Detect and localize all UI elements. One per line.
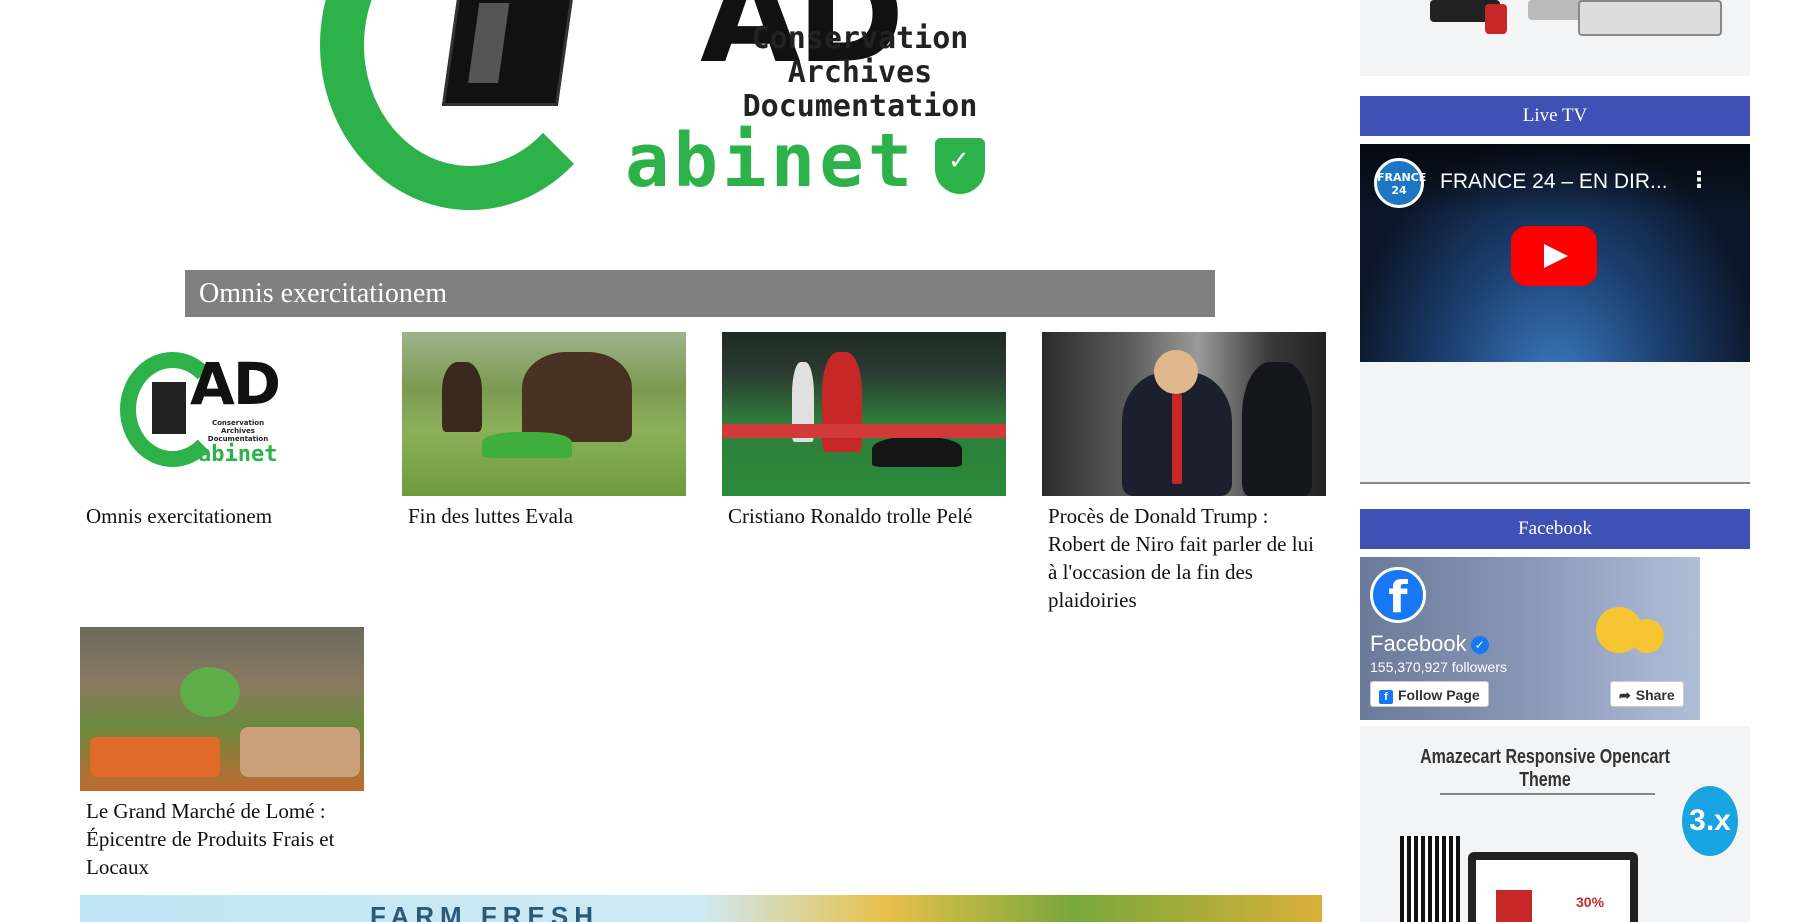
- article-thumbnail[interactable]: [722, 332, 1006, 496]
- sidebar-top-ad[interactable]: [1360, 0, 1750, 76]
- article-thumbnail[interactable]: [80, 627, 364, 791]
- article-thumbnail[interactable]: AD Conservation Archives Documentation a…: [80, 332, 364, 496]
- share-icon: ➦: [1619, 687, 1631, 703]
- follow-page-button[interactable]: f Follow Page: [1370, 681, 1489, 707]
- photo-figure: [722, 424, 1006, 438]
- banner-text: FARM FRESH: [370, 901, 599, 922]
- sidebar-theme-ad[interactable]: Amazecart Responsive Opencart Theme 3.x …: [1360, 726, 1750, 922]
- logo-archive-box: [441, 0, 575, 106]
- section-title[interactable]: Omnis exercitationem: [185, 270, 1215, 317]
- photo-figure: [240, 727, 360, 777]
- follow-page-label: Follow Page: [1398, 687, 1480, 703]
- device-monitor: [1578, 0, 1722, 36]
- fb-page-name-text[interactable]: Facebook: [1370, 631, 1467, 656]
- more-vert-icon[interactable]: ⋮: [1688, 168, 1710, 193]
- device-laptop: 30%: [1468, 852, 1638, 922]
- facebook-page-plugin[interactable]: f Facebook ✓ 155,370,927 followers f Follo…: [1360, 557, 1700, 720]
- channel-avatar[interactable]: FRANCE 24: [1374, 158, 1426, 208]
- facebook-logo-icon[interactable]: f: [1370, 567, 1426, 623]
- play-button[interactable]: [1511, 226, 1597, 286]
- version-badge: 3.x: [1682, 786, 1738, 856]
- laptop-screen: 30%: [1476, 860, 1630, 922]
- photo-figure: [180, 667, 240, 717]
- article-title[interactable]: Cristiano Ronaldo trolle Pelé: [722, 496, 1006, 530]
- ad-divider: [1440, 793, 1655, 795]
- site-logo[interactable]: AD Conservation Archives Documentation a…: [300, 0, 1040, 225]
- logo-line: Conservation: [751, 21, 969, 56]
- logo-line: Conservation: [211, 419, 265, 427]
- share-button[interactable]: ➦ Share: [1610, 681, 1684, 707]
- video-title[interactable]: FRANCE 24 – EN DIR...: [1440, 170, 1668, 194]
- promo-banner[interactable]: FARM FRESH: [80, 895, 1322, 922]
- fb-followers: 155,370,927 followers: [1370, 659, 1507, 675]
- live-tv-heading: Live TV: [1360, 96, 1750, 136]
- device-phone: [1485, 4, 1507, 34]
- video-placeholder: [1360, 362, 1750, 484]
- logo-ad-text: AD: [190, 350, 281, 418]
- photo-figure: [872, 437, 962, 467]
- ad-title: Amazecart Responsive Opencart Theme: [1420, 746, 1670, 791]
- photo-figure: [442, 362, 482, 432]
- article-thumbnail[interactable]: [1042, 332, 1326, 496]
- product-image: [1496, 890, 1532, 922]
- facebook-heading: Facebook: [1360, 509, 1750, 549]
- article-card[interactable]: Le Grand Marché de Lomé : Épicentre de P…: [80, 627, 364, 881]
- photo-figure: [482, 432, 572, 458]
- article-title[interactable]: Fin des luttes Evala: [402, 496, 686, 530]
- article-card[interactable]: AD Conservation Archives Documentation a…: [80, 332, 364, 530]
- qr-code: [1400, 836, 1460, 922]
- promo-text: 30%: [1576, 894, 1605, 910]
- article-thumbnail[interactable]: [402, 332, 686, 496]
- facebook-small-icon: f: [1379, 690, 1393, 704]
- article-title[interactable]: Le Grand Marché de Lomé : Épicentre de P…: [80, 791, 364, 881]
- article-card[interactable]: Procès de Donald Trump : Robert de Niro …: [1042, 332, 1326, 614]
- share-label: Share: [1635, 687, 1675, 703]
- article-card[interactable]: Fin des luttes Evala: [402, 332, 686, 530]
- logo-archive-box: [152, 382, 186, 434]
- logo-tagline: Conservation Archives Documentation: [198, 419, 278, 443]
- article-title[interactable]: Omnis exercitationem: [80, 496, 364, 530]
- article-card[interactable]: Cristiano Ronaldo trolle Pelé: [722, 332, 1006, 530]
- logo-line: Archives: [787, 55, 933, 90]
- photo-figure: [1154, 350, 1198, 394]
- live-video-player[interactable]: FRANCE 24 FRANCE 24 – EN DIR... ⋮: [1360, 144, 1750, 362]
- photo-figure: [90, 737, 220, 777]
- photo-figure: [522, 352, 632, 442]
- logo-word: abinet: [198, 442, 278, 467]
- article-title[interactable]: Procès de Donald Trump : Robert de Niro …: [1042, 496, 1326, 614]
- logo-line: Archives: [221, 427, 255, 435]
- verified-icon: ✓: [1470, 636, 1489, 655]
- logo-tagline: Conservation Archives Documentation: [620, 22, 1040, 124]
- laugh-emoji-icon: [1630, 619, 1664, 653]
- photo-figure: [1242, 362, 1312, 496]
- logo-word: abinet: [625, 118, 917, 204]
- fb-page-name[interactable]: Facebook ✓: [1370, 631, 1489, 657]
- photo-figure: [1172, 394, 1182, 484]
- shield-check-icon: [935, 138, 985, 194]
